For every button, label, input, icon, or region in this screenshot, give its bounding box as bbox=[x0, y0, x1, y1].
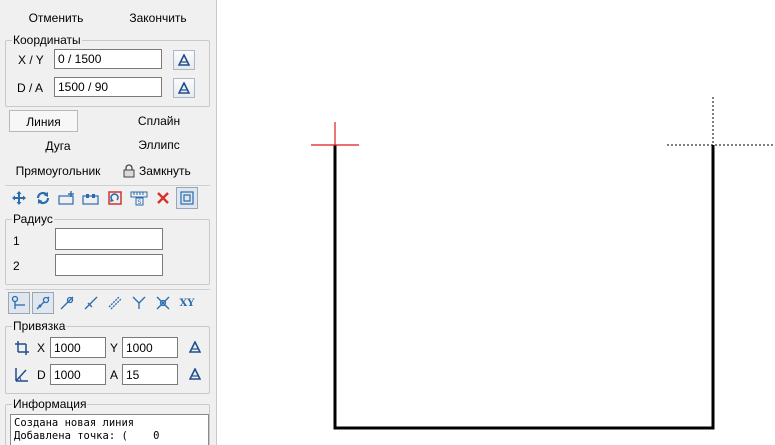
information-title: Информация bbox=[12, 397, 88, 411]
xy-label: X / Y bbox=[18, 53, 44, 67]
radius-group: Радиус 1 2 bbox=[5, 213, 210, 285]
close-shape-label: Замкнуть bbox=[139, 164, 191, 178]
drawing-svg bbox=[311, 97, 775, 430]
snap-parallel-icon[interactable] bbox=[104, 292, 126, 314]
snap-endpoint-icon[interactable] bbox=[8, 292, 30, 314]
snap-line-icon[interactable] bbox=[32, 292, 54, 314]
rotate-icon[interactable] bbox=[32, 187, 54, 209]
edit-toolbar: S bbox=[8, 187, 198, 209]
mode-ellipse-button[interactable]: Эллипс bbox=[125, 134, 193, 156]
measure-ruler-icon[interactable]: S bbox=[128, 187, 150, 209]
snap-group: Привязка X Y D A bbox=[5, 320, 210, 394]
snap-xy-label: XY bbox=[179, 297, 195, 309]
drawing-canvas[interactable] bbox=[218, 0, 775, 445]
mode-arc-button[interactable]: Дуга bbox=[24, 135, 92, 157]
snap-a-input[interactable] bbox=[122, 364, 178, 385]
close-shape-toggle[interactable]: Замкнуть bbox=[122, 160, 191, 182]
radius-title: Радиус bbox=[12, 212, 54, 226]
radius-1-input[interactable] bbox=[55, 228, 163, 250]
insert-point-icon[interactable] bbox=[56, 187, 78, 209]
da-input[interactable] bbox=[54, 77, 162, 97]
triangle-icon[interactable] bbox=[189, 341, 201, 353]
snap-point-icon[interactable] bbox=[56, 292, 78, 314]
information-log: Создана новая линия Добавлена точка: ( 0 bbox=[10, 414, 209, 445]
finish-button[interactable]: Закончить bbox=[112, 7, 204, 29]
snap-a-label: A bbox=[110, 368, 119, 382]
triangle-icon bbox=[178, 82, 190, 94]
triangle-icon bbox=[178, 54, 190, 66]
xy-input[interactable] bbox=[54, 49, 162, 69]
move-icon[interactable] bbox=[8, 187, 30, 209]
guide-lines bbox=[667, 97, 775, 146]
delete-icon[interactable] bbox=[152, 187, 174, 209]
snap-intersection-icon[interactable] bbox=[152, 292, 174, 314]
radius-1-label: 1 bbox=[13, 234, 20, 248]
side-panel: Отменить Закончить Координаты X / Y D / … bbox=[0, 0, 217, 445]
cancel-button[interactable]: Отменить bbox=[10, 7, 102, 29]
snap-grid-icon bbox=[15, 341, 29, 355]
da-apply-button[interactable] bbox=[173, 78, 195, 98]
mode-spline-button[interactable]: Сплайн bbox=[125, 110, 193, 132]
snap-xy-icon[interactable]: XY bbox=[176, 292, 198, 314]
snap-perpendicular-icon[interactable] bbox=[128, 292, 150, 314]
snap-x-input[interactable] bbox=[50, 337, 106, 358]
padlock-icon bbox=[123, 164, 135, 178]
snap-on-line-icon[interactable] bbox=[80, 292, 102, 314]
snap-x-label: X bbox=[37, 341, 46, 355]
view-toggle-icon[interactable] bbox=[176, 187, 198, 209]
mode-line-button[interactable]: Линия bbox=[9, 110, 78, 132]
snap-y-input[interactable] bbox=[122, 337, 178, 358]
snap-angle-icon bbox=[15, 368, 28, 382]
da-label: D / A bbox=[17, 81, 44, 95]
radius-2-input[interactable] bbox=[55, 254, 163, 276]
snap-toolbar: XY bbox=[8, 292, 198, 314]
triangle-icon[interactable] bbox=[189, 368, 201, 380]
drawn-contour bbox=[333, 145, 715, 430]
radius-2-label: 2 bbox=[13, 259, 20, 273]
snap-d-input[interactable] bbox=[50, 364, 106, 385]
mode-rectangle-button[interactable]: Прямоугольник bbox=[8, 160, 108, 182]
mirror-icon[interactable] bbox=[104, 187, 126, 209]
coordinates-group: Координаты X / Y D / A bbox=[5, 34, 210, 107]
svg-text:S: S bbox=[138, 199, 142, 206]
snap-d-label: D bbox=[37, 368, 46, 382]
snap-title: Привязка bbox=[12, 319, 67, 333]
divider bbox=[5, 185, 210, 186]
coordinates-title: Координаты bbox=[12, 33, 82, 47]
add-segment-icon[interactable] bbox=[80, 187, 102, 209]
xy-apply-button[interactable] bbox=[173, 50, 195, 70]
snap-y-label: Y bbox=[110, 341, 119, 355]
divider bbox=[5, 289, 210, 290]
cursor-crosshair bbox=[311, 122, 359, 146]
